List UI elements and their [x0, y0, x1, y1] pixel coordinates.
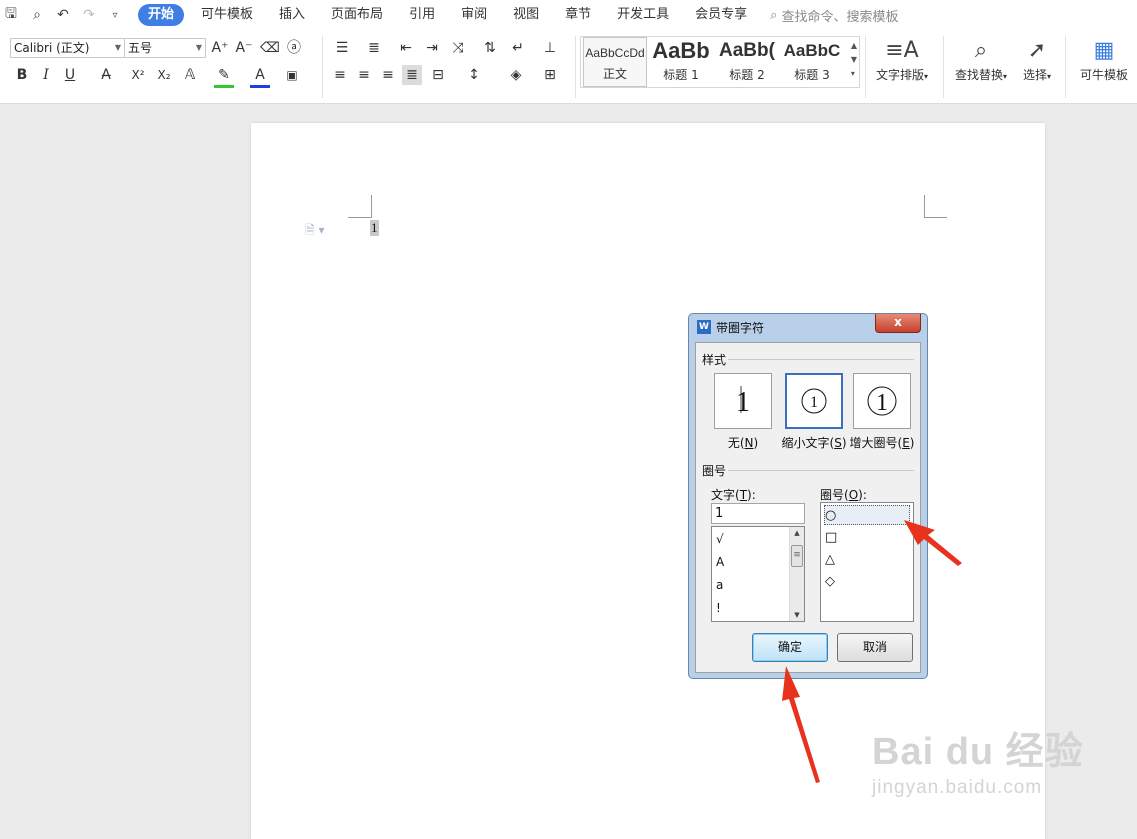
watermark-logo-text: Bai du 经验: [872, 731, 1084, 773]
baidu-watermark: Bai du 经验 jingyan.baidu.com: [872, 720, 1084, 799]
arrow-to-ok: [782, 666, 820, 783]
annotation-arrows: [782, 520, 962, 783]
watermark-url: jingyan.baidu.com: [872, 777, 1043, 798]
arrow-to-shape: [904, 520, 962, 566]
